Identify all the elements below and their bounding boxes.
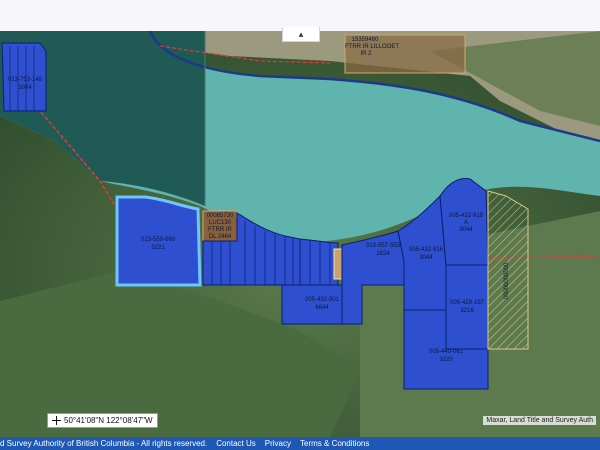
coordinate-text: 50°41'08"N 122°08'47"W — [64, 416, 153, 425]
chevron-up-icon: ▴ — [298, 28, 304, 39]
coordinate-readout: 50°41'08"N 122°08'47"W — [47, 413, 158, 428]
footer-copyright: d Survey Authority of British Columbia -… — [0, 439, 208, 448]
terms-link[interactable]: Terms & Conditions — [300, 439, 369, 448]
parcel-label-id: 005-429-187 — [450, 300, 485, 306]
reserve-dl-line4: DL 2464 — [209, 234, 232, 240]
parcel-label-num: 3044 — [419, 255, 433, 261]
parcel-005-429-187[interactable] — [445, 264, 489, 350]
map-view[interactable]: 15359460 FTRR IR LILLOOET IR 2 013-753-1… — [0, 31, 600, 437]
parcel-label-num: 3220 — [439, 357, 453, 363]
footer-bar: d Survey Authority of British Columbia -… — [0, 437, 600, 450]
reserve-dl-line3: FTRR IR — [208, 227, 232, 233]
parcel-label-id: 005-432-916 — [409, 247, 444, 253]
reserve-dl-line1: 00085730 — [207, 213, 234, 219]
reserve-lillooet-line3: IR 2 — [360, 51, 372, 57]
shoreline-lots-center[interactable] — [299, 238, 339, 286]
hatched-parcel-label: 00000000000 — [504, 262, 510, 299]
map-attribution: Maxar, Land Title and Survey Auth — [483, 416, 596, 425]
parcel-label-id: 013-557-553 — [366, 243, 401, 249]
parcel-label-extra: A — [464, 220, 468, 226]
panel-collapse-tab[interactable]: ▴ — [282, 27, 320, 42]
reserve-dl-line2: LUC130 — [209, 220, 232, 226]
parcel-label-num: 6644 — [315, 305, 329, 311]
parcel-label-num: 3084 — [18, 85, 32, 91]
map-canvas[interactable]: 15359460 FTRR IR LILLOOET IR 2 013-753-1… — [0, 31, 600, 437]
reserve-lillooet-line1: 15359460 — [352, 37, 379, 43]
parcel-label-num: 1624 — [376, 251, 390, 257]
parcel-label-num: 3221 — [151, 245, 165, 251]
small-reserve-parcel[interactable] — [333, 248, 343, 280]
parcel-label-num: 3218 — [460, 308, 474, 314]
parcel-label-id: 005-432-901 — [305, 297, 340, 303]
parcel-label-id: 013-559-660 — [141, 237, 176, 243]
crosshair-icon — [52, 416, 61, 425]
contact-us-link[interactable]: Contact Us — [216, 439, 256, 448]
privacy-link[interactable]: Privacy — [265, 439, 291, 448]
reserve-lillooet-line2: FTRR IR LILLOOET — [345, 44, 399, 50]
parcel-label-id: 005-432-918 — [449, 213, 484, 219]
parcel-label-num: 3044 — [459, 227, 473, 233]
parcel-label-id: 005-440-061 — [429, 349, 464, 355]
parcel-label-id: 013-753-148 — [8, 77, 43, 83]
